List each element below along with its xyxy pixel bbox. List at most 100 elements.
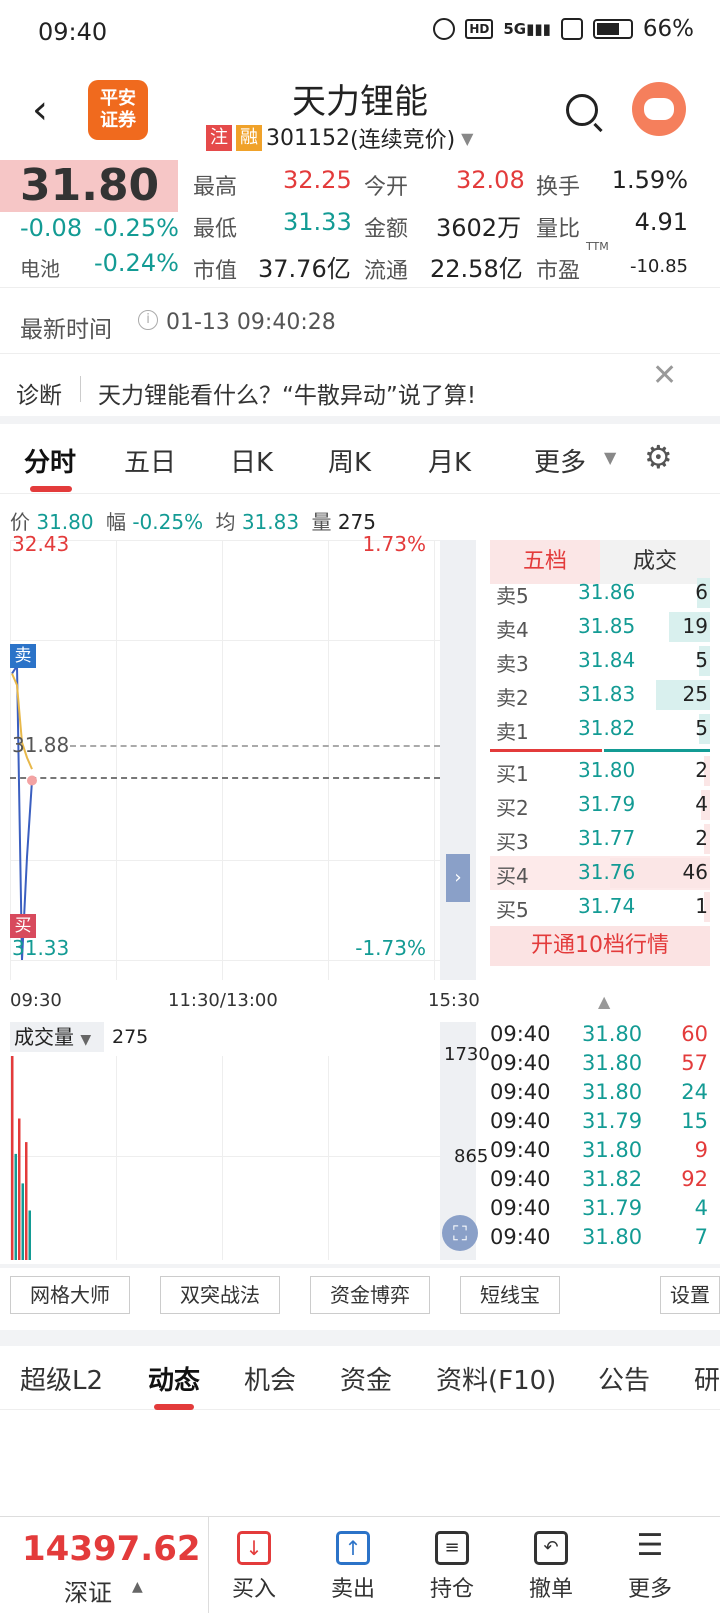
diagnosis-banner[interactable]: 诊断 天力锂能看什么？“牛散异动”说了算! ✕ xyxy=(0,354,720,416)
tab-dynamics[interactable]: 动态 xyxy=(148,1360,200,1397)
diagnosis-text[interactable]: 天力锂能看什么？“牛散异动”说了算! xyxy=(98,376,476,410)
margin-badge: 融 xyxy=(236,125,262,151)
tick-volume: 7 xyxy=(694,1225,708,1249)
bid-row[interactable]: 买2 31.79 4 xyxy=(490,788,710,822)
tab-research[interactable]: 研 xyxy=(694,1360,720,1397)
search-icon[interactable] xyxy=(566,94,598,126)
bid-row[interactable]: 买5 31.74 1 xyxy=(490,890,710,924)
buy-marker[interactable]: 买 xyxy=(10,914,36,938)
sector-change[interactable]: -0.24% xyxy=(94,249,179,277)
volume-chart[interactable] xyxy=(10,1056,440,1260)
status-icons: HD 5G▮▮▮ 66% xyxy=(433,16,694,42)
bid-price: 31.77 xyxy=(578,826,636,850)
grid-master-button[interactable]: 网格大师 xyxy=(10,1276,130,1314)
bid-row[interactable]: 买4 31.76 46 xyxy=(490,856,710,890)
bid-row[interactable]: 买1 31.80 2 xyxy=(490,754,710,788)
tick-volume: 60 xyxy=(681,1022,708,1046)
index-name[interactable]: 深证 xyxy=(64,1573,112,1608)
ask-level: 卖3 xyxy=(496,652,529,676)
sell-buy-split-green xyxy=(604,749,710,752)
pe-value: -10.85 xyxy=(629,256,688,277)
mcap-value: 37.76亿 xyxy=(258,255,351,283)
ask-row[interactable]: 卖3 31.84 5 xyxy=(490,644,710,678)
tick-list[interactable]: 09:40 31.80 60 09:40 31.80 57 09:40 31.80 24 09:4… xyxy=(490,1020,710,1260)
avatar[interactable] xyxy=(632,82,686,136)
short-line-button[interactable]: 短线宝 xyxy=(460,1276,560,1314)
caret-down-icon: ▼ xyxy=(461,128,474,148)
intraday-chart[interactable]: 32.43 1.73% 31.88 31.33 -1.73% 卖 买 xyxy=(10,532,440,980)
caret-up-icon[interactable]: ▲ xyxy=(132,1579,143,1595)
ask-volume: 6 xyxy=(695,580,708,604)
battery-percent: 66% xyxy=(642,16,694,42)
sell-button[interactable]: ↑ 卖出 xyxy=(313,1531,393,1603)
tick-volume: 9 xyxy=(694,1138,708,1162)
tab-opportunity[interactable]: 机会 xyxy=(244,1360,296,1397)
undo-icon: ↶ xyxy=(534,1531,568,1565)
caret-up-icon[interactable]: ▲ xyxy=(598,992,610,1011)
tab-more[interactable]: 更多 xyxy=(534,442,586,479)
ask-volume: 25 xyxy=(682,682,708,706)
stock-subtitle[interactable]: 注 融 301152 (连续竞价) ▼ xyxy=(206,122,473,154)
tab-monthly-k[interactable]: 月K xyxy=(428,442,471,479)
tab-announcements[interactable]: 公告 xyxy=(598,1360,650,1397)
bid-level: 买3 xyxy=(496,830,529,854)
upgrade-ten-levels-button[interactable]: 开通10档行情 xyxy=(490,926,710,966)
fund-game-button[interactable]: 资金博弈 xyxy=(310,1276,430,1314)
ask-level: 卖1 xyxy=(496,720,529,744)
signal-icon: 5G▮▮▮ xyxy=(503,20,551,38)
ask-row[interactable]: 卖4 31.85 19 xyxy=(490,610,710,644)
sell-label: 卖出 xyxy=(330,1577,375,1602)
double-breakout-button[interactable]: 双突战法 xyxy=(160,1276,280,1314)
close-icon[interactable]: ✕ xyxy=(652,358,677,393)
tab-five-day[interactable]: 五日 xyxy=(124,442,176,479)
download-icon: ↓ xyxy=(237,1531,271,1565)
bid-level: 买2 xyxy=(496,796,529,820)
tab-weekly-k[interactable]: 周K xyxy=(328,442,371,479)
tab-super-l2[interactable]: 超级L2 xyxy=(20,1360,103,1397)
buy-button[interactable]: ↓ 买入 xyxy=(214,1531,294,1603)
ask-volume: 19 xyxy=(682,614,708,638)
bid-volume: 46 xyxy=(682,860,708,884)
tab-funds[interactable]: 资金 xyxy=(340,1360,392,1397)
settings-button[interactable]: 设置 xyxy=(660,1276,720,1314)
hd-icon: HD xyxy=(465,19,494,39)
tick-volume: 92 xyxy=(681,1167,708,1191)
volume-label: 成交量 xyxy=(14,1025,74,1049)
gear-icon[interactable]: ⚙ xyxy=(644,438,673,476)
order-book: 五档 成交 卖5 31.86 6 卖4 31.85 19 卖3 31.84 5 卖2 31.83 25… xyxy=(490,540,710,980)
info-icon[interactable]: i xyxy=(138,310,158,330)
low-value: 31.33 xyxy=(283,208,352,236)
section-gap xyxy=(0,1264,720,1268)
mcap-label: 市值 xyxy=(193,259,238,284)
tab-intraday[interactable]: 分时 xyxy=(24,442,76,479)
sell-buy-split-red xyxy=(490,749,602,752)
cancel-order-button[interactable]: ↶ 撤单 xyxy=(511,1531,591,1603)
ask-price: 31.86 xyxy=(578,580,636,604)
amount-label: 金额 xyxy=(364,217,409,242)
axis-start: 09:30 xyxy=(10,990,62,1011)
sell-marker[interactable]: 卖 xyxy=(10,644,36,668)
volume-bar xyxy=(21,1183,24,1260)
ask-row[interactable]: 卖1 31.82 5 xyxy=(490,712,710,746)
expand-orderbook-icon[interactable]: › xyxy=(446,854,470,902)
bottom-bar: 14397.62 深证 ▲ ↓ 买入 ↑ 卖出 ≡ 持仓 ↶ 撤单 ☰ 更多 xyxy=(0,1516,720,1613)
more-button[interactable]: ☰ 更多 xyxy=(610,1531,690,1603)
ask-row[interactable]: 卖5 31.86 6 xyxy=(490,576,710,610)
bid-level: 买5 xyxy=(496,898,529,922)
stock-code: 301152 xyxy=(266,125,350,151)
fullscreen-icon[interactable]: ⛶ xyxy=(442,1215,478,1251)
tab-f10[interactable]: 资料(F10) xyxy=(436,1360,556,1397)
sector-label[interactable]: 电池 xyxy=(20,253,60,282)
holdings-button[interactable]: ≡ 持仓 xyxy=(412,1531,492,1603)
low-label: 最低 xyxy=(193,217,238,242)
volume-indicator-select[interactable]: 成交量 ▼ xyxy=(10,1022,104,1052)
ask-row[interactable]: 卖2 31.83 25 xyxy=(490,678,710,712)
index-value[interactable]: 14397.62 xyxy=(22,1529,201,1569)
ask-level: 卖2 xyxy=(496,686,529,710)
bid-price: 31.76 xyxy=(578,860,636,884)
tab-daily-k[interactable]: 日K xyxy=(230,442,273,479)
tick-row: 09:40 31.80 60 xyxy=(490,1022,710,1052)
bid-row[interactable]: 买3 31.77 2 xyxy=(490,822,710,856)
battery-icon xyxy=(592,19,633,39)
tick-row: 09:40 31.82 92 xyxy=(490,1167,710,1197)
